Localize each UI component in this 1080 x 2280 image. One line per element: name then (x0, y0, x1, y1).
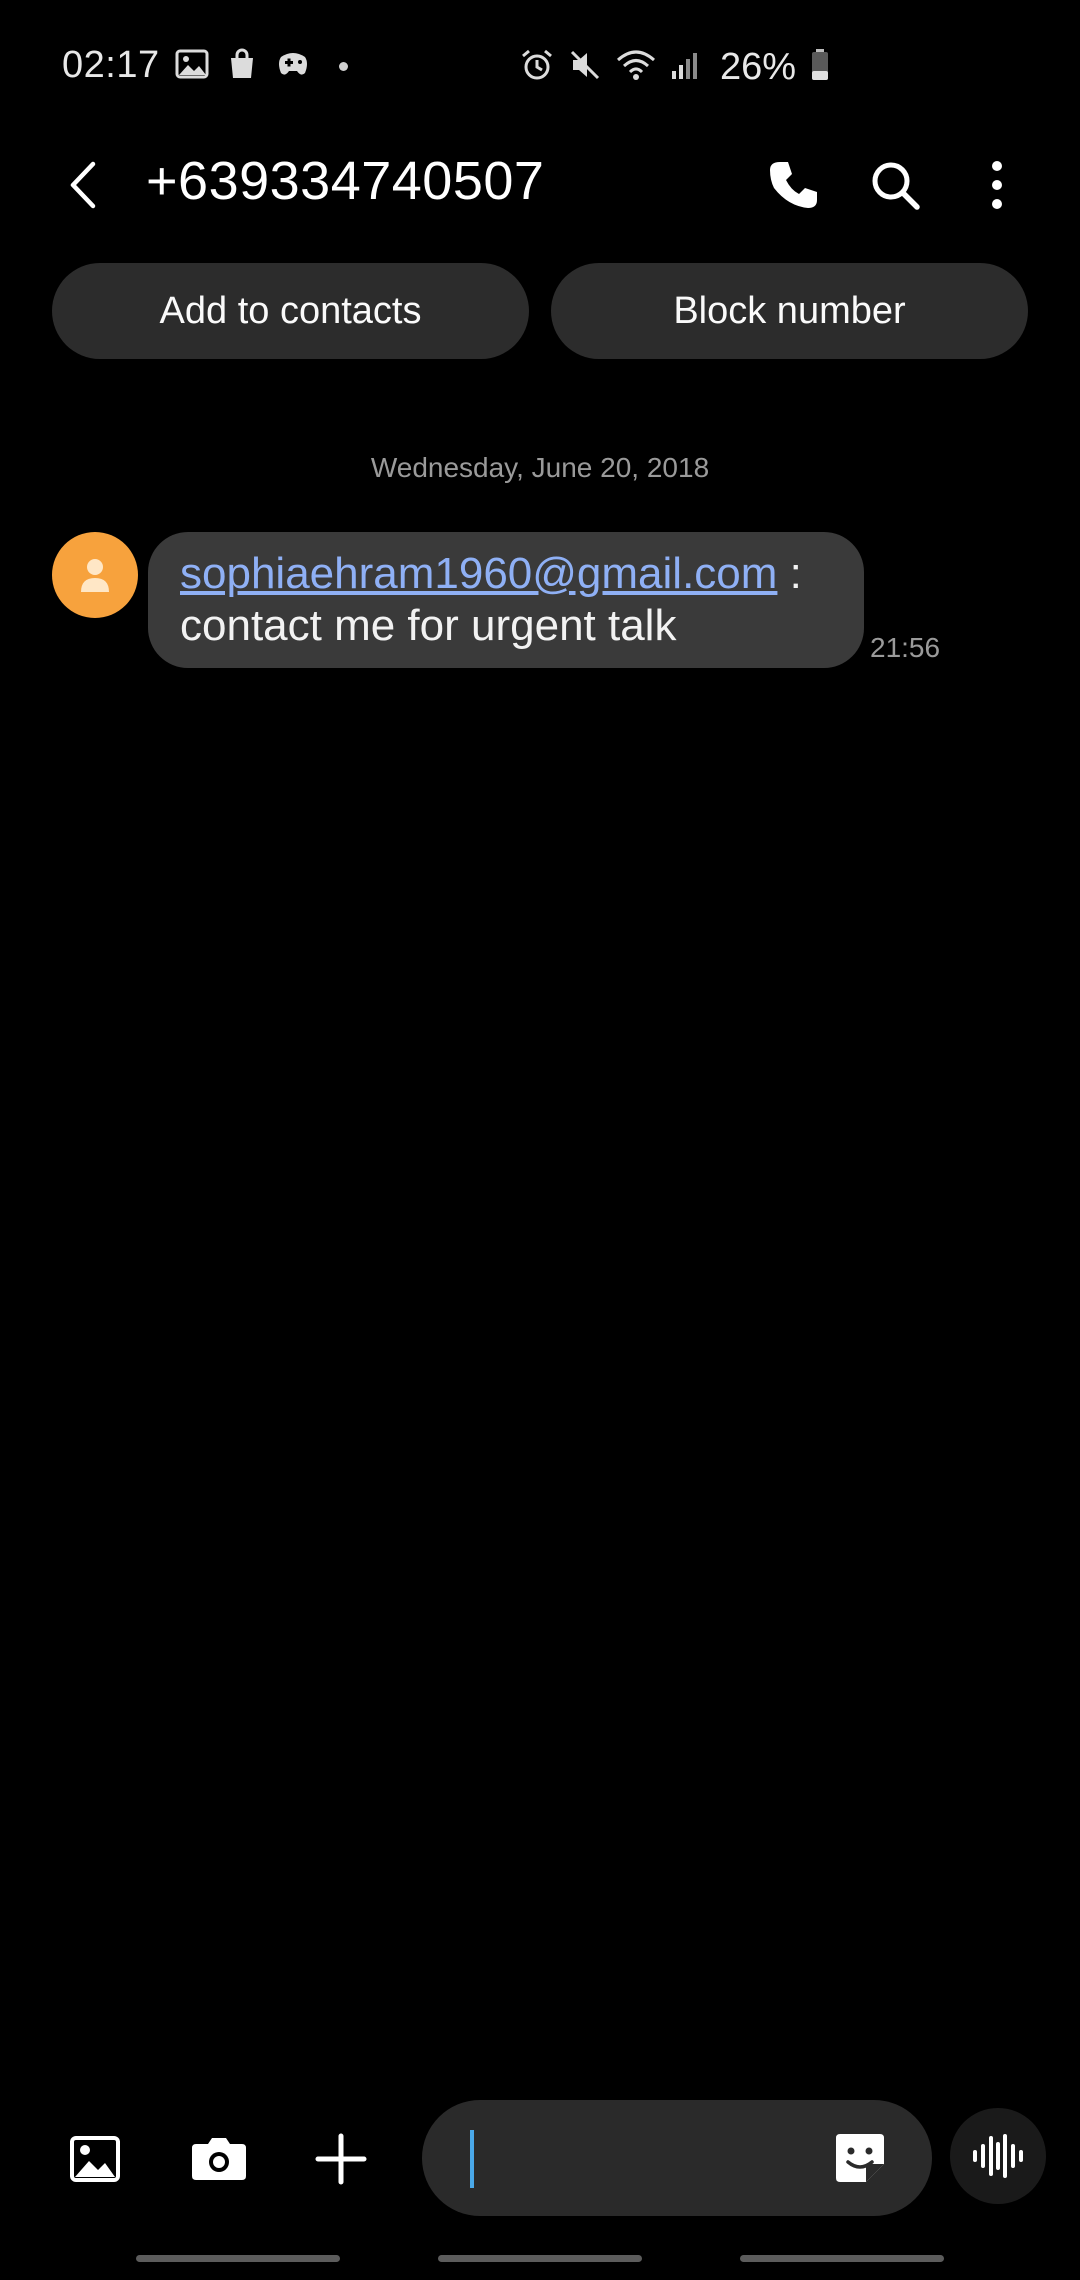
attach-button[interactable] (306, 2124, 376, 2194)
search-button[interactable] (860, 150, 930, 220)
person-icon (81, 559, 109, 592)
voice-icon (973, 2134, 1023, 2178)
camera-button[interactable] (184, 2124, 254, 2194)
battery-icon (810, 48, 830, 87)
navigation-gesture-bar (0, 2255, 1080, 2265)
message-timestamp: 21:56 (870, 632, 941, 663)
date-divider: Wednesday, June 20, 2018 (370, 452, 710, 483)
shopping-bag-icon (227, 48, 257, 85)
gallery-icon (175, 49, 209, 84)
more-notifications-dot (339, 62, 348, 71)
call-button[interactable] (758, 150, 828, 220)
search-icon (872, 162, 920, 210)
status-system-icons: 26% (520, 46, 830, 89)
message-input[interactable] (422, 2100, 932, 2216)
more-options-button[interactable] (962, 150, 1032, 220)
message-composer (0, 2096, 1080, 2220)
email-link[interactable]: sophiaehram1960@gmail.com (180, 549, 777, 598)
add-to-contacts-button[interactable]: Add to contacts (52, 263, 529, 359)
more-vertical-icon (992, 161, 1002, 209)
battery-percentage: 26% (720, 46, 797, 88)
plus-icon (315, 2133, 367, 2185)
back-arrow-icon (70, 161, 96, 209)
message-bubble[interactable]: sophiaehram1960@gmail.com : contact me f… (148, 532, 864, 668)
wifi-icon (616, 48, 656, 87)
sticker-icon (836, 2134, 884, 2182)
sticker-button[interactable] (828, 2126, 892, 2190)
message-separator: : (777, 549, 802, 598)
message-text: contact me for urgent talk (180, 601, 677, 650)
phone-icon (770, 162, 817, 208)
unknown-sender-actions: Add to contacts Block number (52, 263, 1028, 359)
text-cursor (470, 2130, 474, 2188)
signal-icon (670, 49, 700, 86)
camera-icon (192, 2138, 246, 2180)
status-notification-icons (175, 48, 348, 85)
back-button[interactable] (50, 152, 116, 218)
status-bar: 02:17 26% (0, 0, 1080, 130)
nav-home-handle[interactable] (438, 2255, 642, 2262)
nav-recents-handle[interactable] (136, 2255, 340, 2262)
mute-icon (568, 48, 602, 87)
status-time: 02:17 (62, 44, 160, 86)
gallery-icon (70, 2136, 120, 2182)
conversation-title: +639334740507 (146, 151, 545, 211)
block-number-button[interactable]: Block number (551, 263, 1028, 359)
game-controller-icon (275, 49, 311, 84)
voice-recorder-button[interactable] (950, 2108, 1046, 2204)
alarm-icon (520, 48, 554, 87)
gallery-button[interactable] (60, 2124, 130, 2194)
nav-back-handle[interactable] (740, 2255, 944, 2262)
messages-screen: 02:17 26% +639334740507 Add to contacts … (0, 0, 1080, 2280)
avatar[interactable] (52, 532, 138, 618)
conversation-header: +639334740507 (0, 130, 1080, 235)
